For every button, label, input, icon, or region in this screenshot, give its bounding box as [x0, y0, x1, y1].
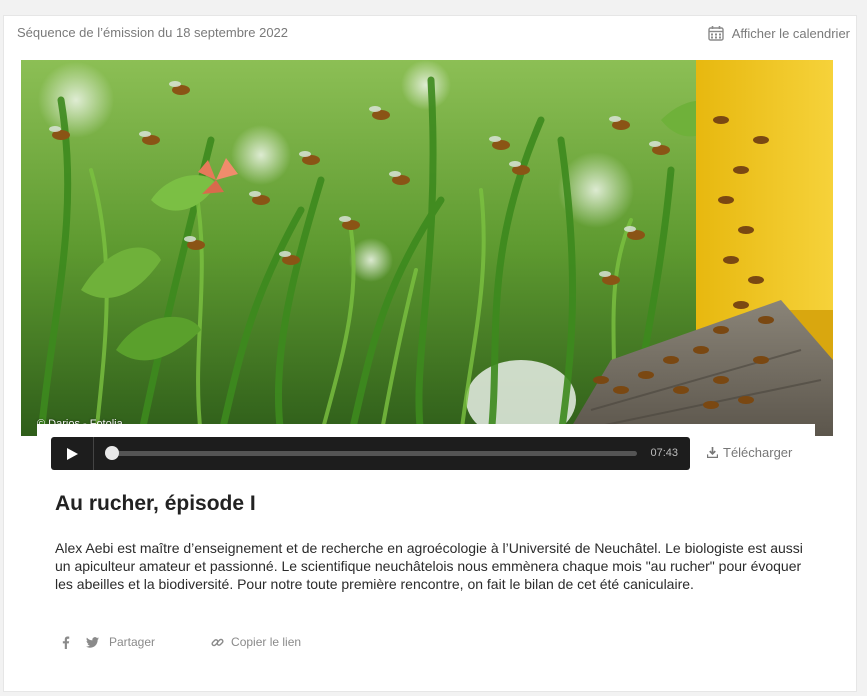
- download-link[interactable]: Télécharger: [707, 445, 792, 460]
- show-calendar-link[interactable]: Afficher le calendrier: [708, 25, 850, 41]
- play-button[interactable]: [51, 437, 94, 470]
- calendar-label: Afficher le calendrier: [731, 25, 850, 41]
- episode-description: Alex Aebi est maître d’enseignement et d…: [55, 540, 803, 592]
- copy-link-label[interactable]: Copier le lien: [231, 635, 301, 649]
- share-label[interactable]: Partager: [109, 635, 155, 649]
- calendar-icon: [708, 26, 724, 41]
- link-icon: [211, 638, 224, 646]
- photo-bottom-strip: [37, 424, 815, 436]
- copy-link-button[interactable]: [211, 636, 224, 649]
- share-bar: Partager Copier le lien: [62, 635, 301, 649]
- download-label: Télécharger: [723, 445, 793, 460]
- facebook-icon: [62, 635, 70, 649]
- progress-knob[interactable]: [105, 446, 119, 460]
- episode-topbar: Séquence de l’émission du 18 septembre 2…: [17, 25, 850, 45]
- episode-title: Au rucher, épisode I: [55, 492, 256, 515]
- episode-photo: © Darios - Fotolia: [21, 60, 833, 436]
- download-icon: [707, 447, 718, 458]
- facebook-share-button[interactable]: [62, 635, 70, 649]
- twitter-share-button[interactable]: [86, 636, 99, 648]
- bees-hive-illustration: [21, 60, 833, 436]
- twitter-icon: [86, 636, 99, 648]
- sequence-date-label: Séquence de l’émission du 18 septembre 2…: [17, 25, 289, 40]
- progress-track[interactable]: [105, 446, 637, 460]
- audio-player: 07:43: [51, 437, 690, 470]
- duration-label: 07:43: [650, 447, 678, 459]
- play-icon: [67, 447, 78, 460]
